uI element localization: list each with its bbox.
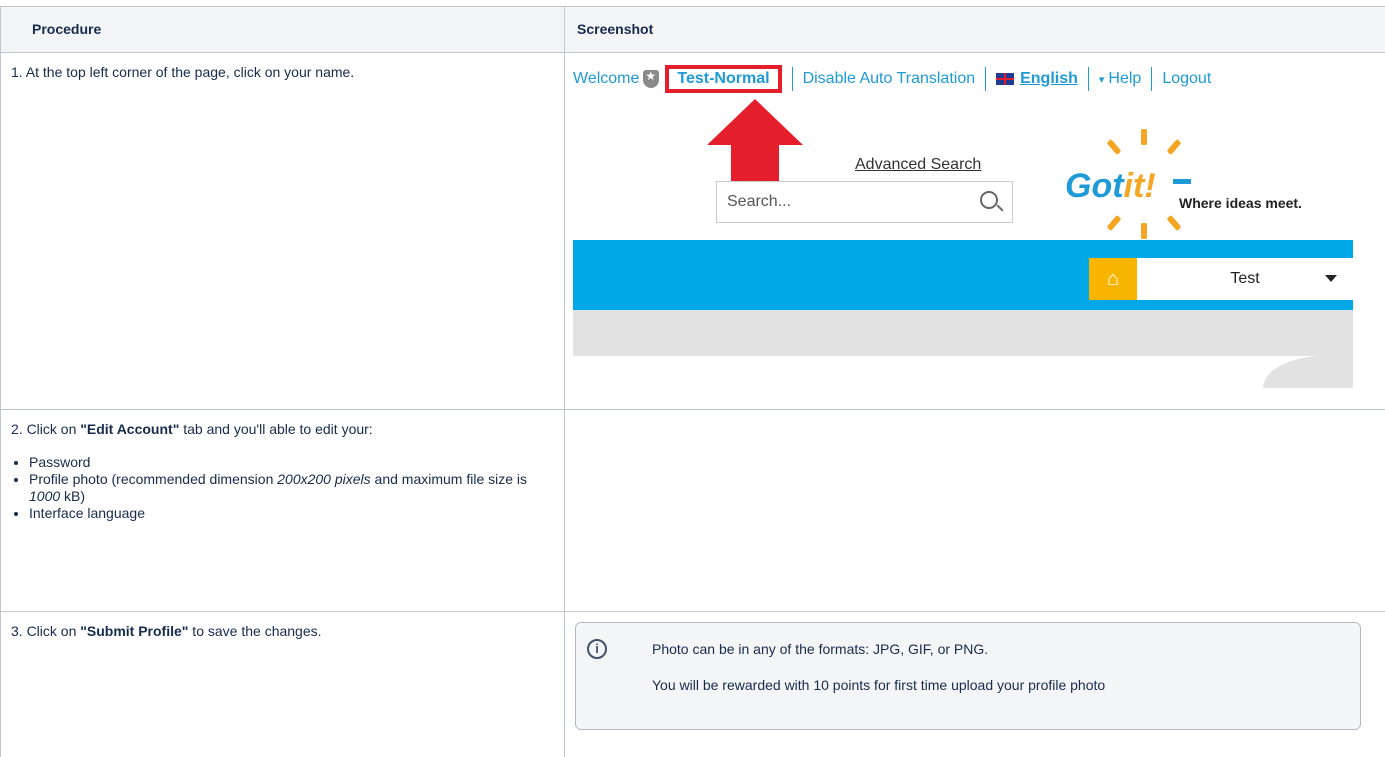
search-placeholder: Search...	[727, 193, 792, 210]
logout-link[interactable]: Logout	[1162, 70, 1211, 88]
gray-curve	[1263, 356, 1353, 388]
step-2-screenshot	[564, 409, 1385, 612]
rank-shield-icon	[643, 69, 660, 88]
divider	[1151, 67, 1153, 91]
search-input[interactable]: Search...	[716, 181, 1013, 223]
community-select-value: Test	[1230, 270, 1260, 287]
table-row: 1. At the top left corner of the page, c…	[0, 52, 1385, 410]
info-panel: i Photo can be in any of the formats: JP…	[575, 622, 1361, 730]
info-line-2: You will be rewarded with 10 points for …	[652, 677, 1106, 693]
list-item: Password	[29, 454, 554, 471]
language-link[interactable]: English	[1020, 70, 1078, 88]
screenshot-mock: Welcome Test-Normal Disable Auto Transla…	[573, 53, 1353, 393]
main-nav-bar: ⌂ Test	[573, 240, 1353, 310]
divider	[791, 67, 793, 91]
caret-down-icon	[1325, 275, 1337, 282]
welcome-label: Welcome	[573, 70, 640, 87]
help-link[interactable]: Help	[1108, 70, 1141, 88]
step-2-text: 2. Click on "Edit Account" tab and you'l…	[0, 409, 565, 612]
list-item: Profile photo (recommended dimension 200…	[29, 471, 554, 505]
search-icon[interactable]	[980, 191, 998, 209]
uk-flag-icon	[996, 73, 1015, 85]
divider	[1087, 67, 1089, 91]
gray-band	[573, 310, 1353, 356]
procedure-table: Procedure Screenshot 1. At the top left …	[0, 6, 1385, 757]
advanced-search-link[interactable]: Advanced Search	[855, 156, 981, 174]
home-icon[interactable]: ⌂	[1089, 258, 1137, 300]
top-user-bar: Welcome Test-Normal Disable Auto Transla…	[573, 65, 1211, 93]
step-1-text: 1. At the top left corner of the page, c…	[0, 52, 565, 410]
step-3-screenshot: i Photo can be in any of the formats: JP…	[564, 611, 1385, 757]
table-row: 2. Click on "Edit Account" tab and you'l…	[0, 409, 1385, 612]
table-header-row: Procedure Screenshot	[0, 6, 1385, 53]
editable-items-list: Password Profile photo (recommended dime…	[29, 454, 554, 522]
chevron-down-icon[interactable]: ▾	[1099, 73, 1105, 86]
community-select[interactable]: Test	[1137, 258, 1353, 300]
list-item: Interface language	[29, 505, 554, 522]
step-1-screenshot: Welcome Test-Normal Disable Auto Transla…	[564, 52, 1385, 410]
edit-account-label: "Edit Account"	[80, 421, 180, 437]
gotit-logo: Gotit! Where ideas meet.	[1055, 129, 1355, 239]
submit-profile-label: "Submit Profile"	[80, 623, 189, 639]
table-row: 3. Click on "Submit Profile" to save the…	[0, 611, 1385, 757]
info-icon: i	[587, 639, 607, 659]
header-procedure: Procedure	[0, 6, 565, 53]
disable-translation-link[interactable]: Disable Auto Translation	[803, 70, 976, 88]
info-line-1: Photo can be in any of the formats: JPG,…	[652, 641, 989, 657]
step-3-text: 3. Click on "Submit Profile" to save the…	[0, 611, 565, 757]
logo-tagline: Where ideas meet.	[1179, 195, 1302, 211]
header-screenshot: Screenshot	[564, 6, 1385, 53]
divider	[985, 67, 987, 91]
user-name-link[interactable]: Test-Normal	[665, 65, 782, 93]
logo-wordmark: Gotit!	[1065, 167, 1156, 205]
